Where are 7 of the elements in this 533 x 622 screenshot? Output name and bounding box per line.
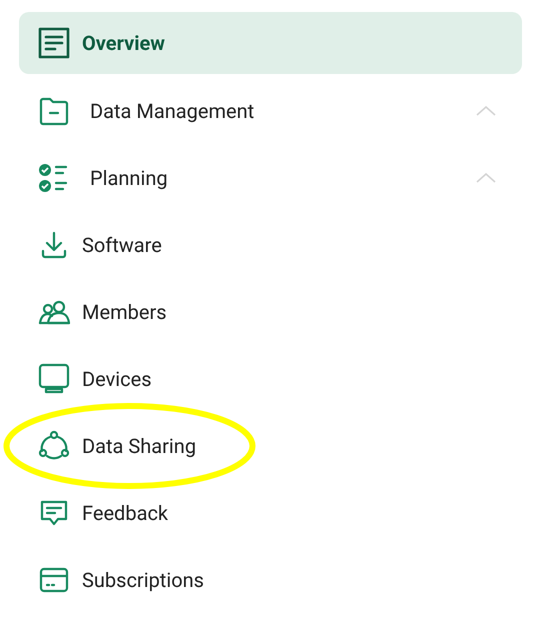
nav-item[interactable]: Overview bbox=[19, 12, 522, 74]
chevron-up-icon bbox=[476, 106, 496, 116]
chevron-up-icon bbox=[476, 172, 496, 182]
document-icon bbox=[38, 27, 70, 59]
checklist-icon bbox=[38, 162, 70, 194]
monitor-icon bbox=[38, 362, 70, 394]
share-icon bbox=[38, 430, 70, 462]
